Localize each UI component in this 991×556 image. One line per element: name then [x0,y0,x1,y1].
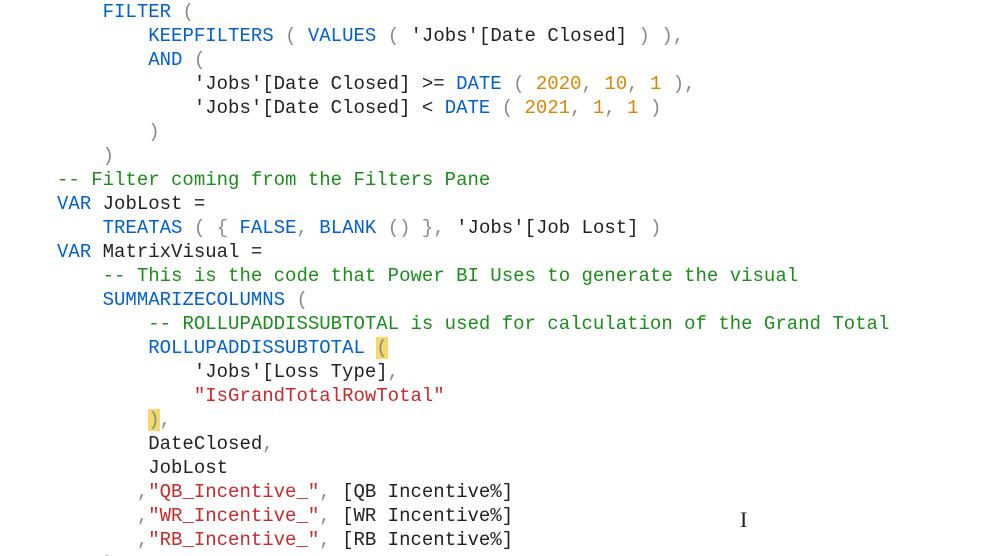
dax-code-block: FILTER ( KEEPFILTERS ( VALUES ( 'Jobs'[D… [0,0,991,556]
